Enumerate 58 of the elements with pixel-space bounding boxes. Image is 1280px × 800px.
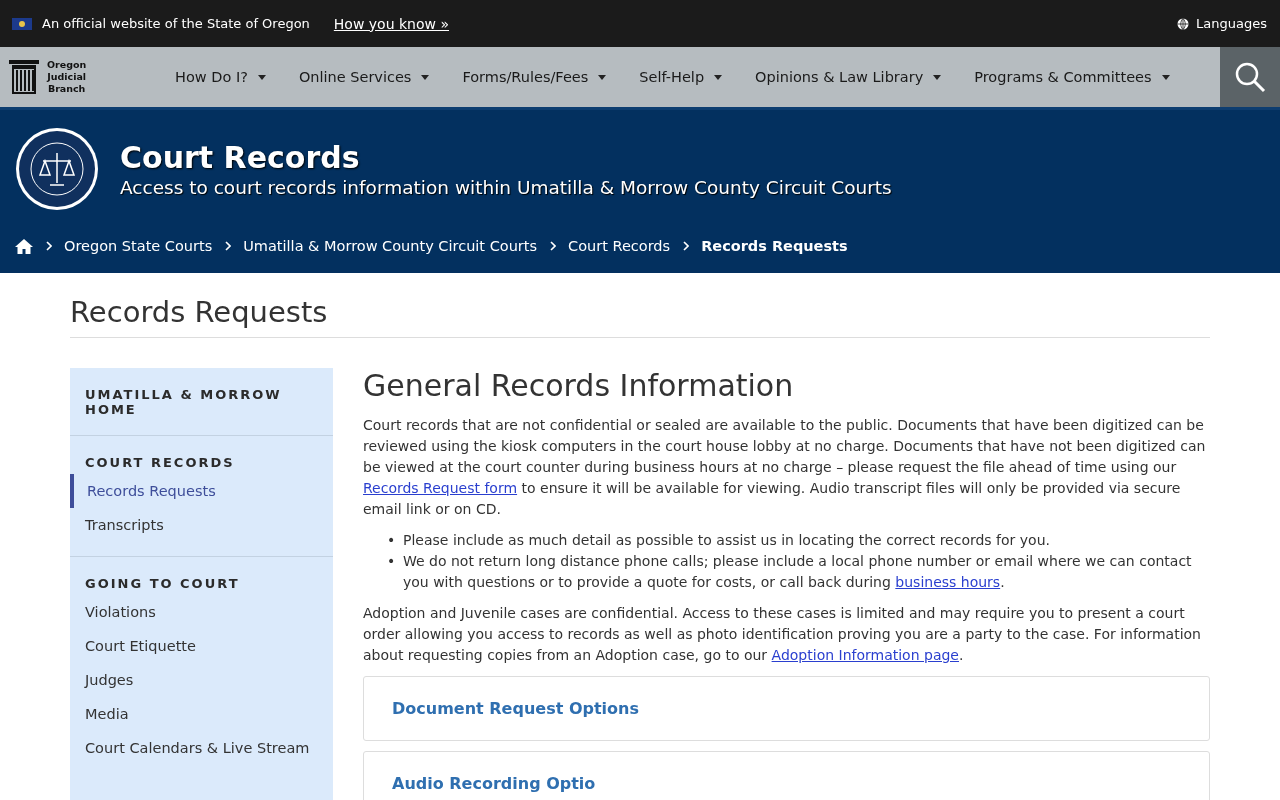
- accordion-header[interactable]: Document Request Options: [363, 676, 1210, 741]
- globe-icon[interactable]: [1177, 17, 1190, 30]
- breadcrumb-link[interactable]: Court Records: [568, 238, 671, 254]
- inline-link[interactable]: Records Request form: [363, 480, 518, 496]
- caret-icon[interactable]: [1161, 74, 1170, 80]
- chevron-icon: [225, 241, 232, 251]
- logo-text[interactable]: Judicial: [47, 71, 87, 83]
- column-logo-icon[interactable]: [9, 60, 39, 94]
- nav-menu-item[interactable]: How Do I?: [166, 69, 280, 85]
- breadcrumb-link[interactable]: Oregon State Courts: [64, 238, 213, 254]
- sidebar-item[interactable]: Court Calendars & Live Stream: [70, 731, 333, 765]
- hero-subtitle: Access to court records information within Umatilla & Morrow County Circuit Courts: [120, 177, 892, 198]
- caret-icon[interactable]: [933, 74, 942, 80]
- bullet-item: Please include as much detail as possible to assist us in locating the correct records for you.: [403, 531, 1050, 550]
- nav-menu-item[interactable]: Opinions & Law Library: [746, 69, 956, 85]
- inline-link[interactable]: business hours: [895, 574, 1001, 590]
- page-title: Records Requests: [70, 273, 1210, 338]
- sidebar-item[interactable]: Court Etiquette: [70, 629, 333, 663]
- inline-link[interactable]: Adoption Information page: [771, 647, 959, 663]
- bullet-item: We do not return long distance phone calls; please include a local phone number or email where we can contact you with questions or to provide a quote for costs, or call back during business hours.: [403, 552, 1193, 592]
- how-you-know-link[interactable]: How you know »: [333, 15, 449, 32]
- languages-link[interactable]: Languages: [1177, 16, 1267, 31]
- chevron-icon: [550, 241, 557, 251]
- caret-icon[interactable]: [714, 74, 723, 80]
- caret-icon[interactable]: [257, 74, 266, 80]
- hero-title: Court Records: [120, 140, 361, 175]
- nav-menu-item[interactable]: Self-Help: [630, 69, 737, 85]
- chevron-icon: [683, 241, 690, 251]
- accordion-header[interactable]: Audio Recording Optio: [363, 751, 1210, 800]
- sidebar-item[interactable]: Violations: [70, 595, 333, 629]
- home-icon[interactable]: [15, 238, 33, 254]
- breadcrumb-link[interactable]: Records Requests: [701, 238, 848, 254]
- body-paragraph: Adoption and Juvenile cases are confidential. Access to these cases is limited and may require you to present a court order allowing you access to records as well as photo identification proving you are a party to the case. For information about requesting copies from an Adoption case, go to our Adoption Information page.: [363, 604, 1202, 665]
- section-heading: General Records Information: [363, 368, 795, 403]
- official-notice: An official website of the State of Oregon: [42, 16, 310, 31]
- nav-menu-item[interactable]: Programs & Committees: [965, 69, 1184, 85]
- sidebar-item[interactable]: Judges: [70, 663, 333, 697]
- sidebar-item[interactable]: Records Requests: [70, 474, 333, 508]
- nav-menu-item[interactable]: Forms/Rules/Fees: [453, 69, 621, 85]
- caret-icon[interactable]: [421, 74, 430, 80]
- search-button[interactable]: [1220, 47, 1280, 107]
- sidebar-item[interactable]: Media: [70, 697, 333, 731]
- bullet-marker: •: [387, 552, 397, 571]
- sidebar-item[interactable]: Transcripts: [70, 508, 333, 542]
- caret-icon[interactable]: [598, 74, 607, 80]
- flag-icon: [12, 17, 32, 30]
- nav-menu-item[interactable]: Online Services: [289, 69, 444, 85]
- body-paragraph: Court records that are not confidential or sealed are available to the public. Documents that have been digitized can be reviewed using the kiosk computers in the court house lobby at no charge. Documents that have not been digitized can be viewed at the court counter during business hours at no charge – please request the file ahead of time using our Records Request form to ensure it will be available for viewing. Audio transcript files will only be provided via secure email link or on CD.: [363, 416, 1207, 519]
- logo-text[interactable]: Branch: [47, 83, 86, 95]
- bullet-marker: •: [387, 531, 397, 550]
- sidebar-heading[interactable]: GOING TO COURT: [70, 576, 333, 591]
- sidebar-heading[interactable]: UMATILLA & MORROW HOME: [70, 387, 333, 417]
- search-icon[interactable]: [1234, 61, 1266, 93]
- logo-text[interactable]: Oregon: [47, 59, 87, 71]
- breadcrumb-link[interactable]: Umatilla & Morrow County Circuit Courts: [243, 238, 538, 254]
- chevron-icon: [46, 241, 52, 251]
- sidebar-heading[interactable]: COURT RECORDS: [70, 455, 333, 470]
- seal-icon: [15, 127, 99, 211]
